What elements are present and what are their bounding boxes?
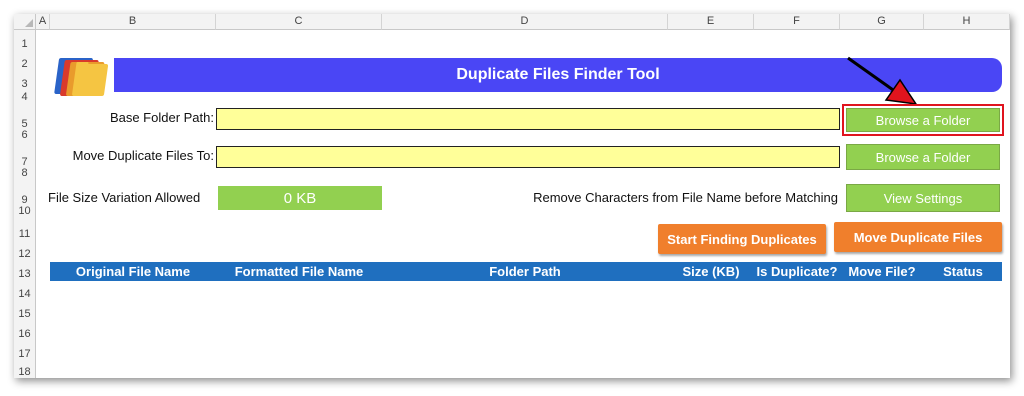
spreadsheet: A B C D E F G H 1 2 3 4 5 6 7 8 9 10 11 … xyxy=(14,14,1010,378)
column-header-h[interactable]: H xyxy=(924,14,1010,30)
start-finding-duplicates-button[interactable]: Start Finding Duplicates xyxy=(658,224,826,254)
row-header-2[interactable]: 2 xyxy=(14,50,36,70)
header-folder-path: Folder Path xyxy=(489,264,561,279)
browse-base-folder-button[interactable]: Browse a Folder xyxy=(846,108,1000,132)
header-is-duplicate: Is Duplicate? xyxy=(756,264,838,279)
column-header-a[interactable]: A xyxy=(36,14,50,30)
row-header-9[interactable]: 9 xyxy=(14,178,36,206)
header-move-file: Move File? xyxy=(848,264,916,279)
base-folder-label: Base Folder Path: xyxy=(109,110,214,125)
row-header-10[interactable]: 10 xyxy=(14,206,36,217)
row-header-6[interactable]: 6 xyxy=(14,130,36,141)
row-header-13[interactable]: 13 xyxy=(14,260,36,280)
row-header-15[interactable]: 15 xyxy=(14,300,36,320)
remove-chars-label: Remove Characters from File Name before … xyxy=(533,190,838,205)
row-header-12[interactable]: 12 xyxy=(14,240,36,260)
column-header-c[interactable]: C xyxy=(216,14,382,30)
row-header-5[interactable]: 5 xyxy=(14,102,36,130)
row-header-18[interactable]: 18 xyxy=(14,360,36,378)
row-header-1[interactable]: 1 xyxy=(14,30,36,50)
move-duplicate-files-button[interactable]: Move Duplicate Files xyxy=(834,222,1002,252)
header-formatted-file-name: Formatted File Name xyxy=(234,264,364,279)
results-table-header: Original File Name Formatted File Name F… xyxy=(50,262,1002,281)
move-to-path-input[interactable] xyxy=(216,146,840,168)
column-header-g[interactable]: G xyxy=(840,14,924,30)
row-header-11[interactable]: 11 xyxy=(14,216,36,240)
row-header-8[interactable]: 8 xyxy=(14,168,36,179)
column-header-e[interactable]: E xyxy=(668,14,754,30)
move-to-label: Move Duplicate Files To: xyxy=(72,148,214,163)
size-variation-label: File Size Variation Allowed xyxy=(48,190,201,205)
header-size-kb: Size (KB) xyxy=(682,264,740,279)
row-header-3[interactable]: 3 xyxy=(14,70,36,90)
row-header-16[interactable]: 16 xyxy=(14,320,36,340)
column-header-b[interactable]: B xyxy=(50,14,216,30)
size-variation-field[interactable]: 0 KB xyxy=(218,186,382,210)
row-header-7[interactable]: 7 xyxy=(14,140,36,168)
row-header-4[interactable]: 4 xyxy=(14,90,36,103)
base-folder-path-input[interactable] xyxy=(216,108,840,130)
page-title: Duplicate Files Finder Tool xyxy=(456,66,660,83)
red-arrow-icon xyxy=(847,56,918,105)
view-settings-button[interactable]: View Settings xyxy=(846,184,1000,212)
header-status: Status xyxy=(943,264,983,279)
folders-icon xyxy=(54,58,109,96)
select-all-corner[interactable] xyxy=(14,14,36,30)
row-header-14[interactable]: 14 xyxy=(14,280,36,300)
column-header-f[interactable]: F xyxy=(754,14,840,30)
browse-move-folder-button[interactable]: Browse a Folder xyxy=(846,144,1000,170)
column-header-d[interactable]: D xyxy=(382,14,668,30)
row-header-17[interactable]: 17 xyxy=(14,340,36,360)
header-original-file-name: Original File Name xyxy=(75,264,191,279)
